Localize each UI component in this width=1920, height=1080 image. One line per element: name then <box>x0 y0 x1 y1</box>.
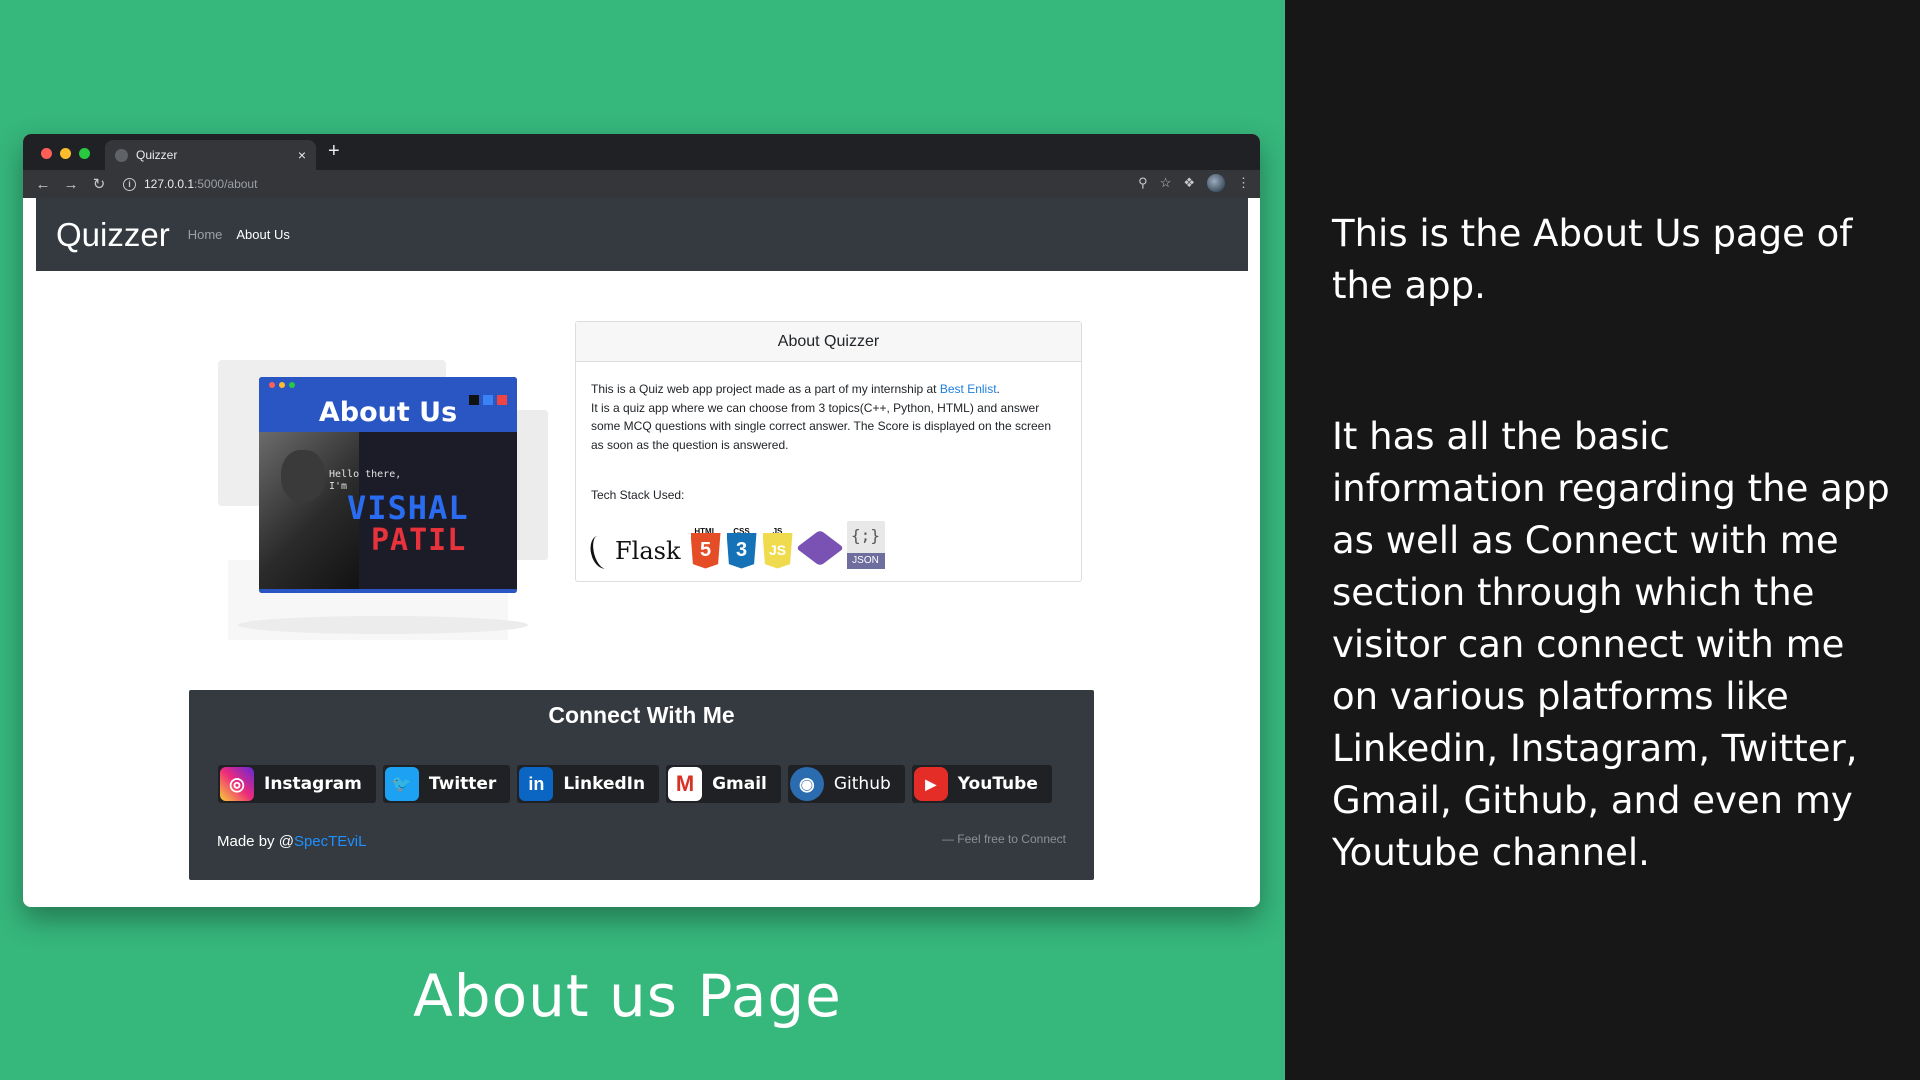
browser-toolbar: ← → ↻ i 127.0.0.1 :5000/about ⚲ ☆ ❖ ⋮ <box>23 170 1260 198</box>
html5-label: HTML <box>694 526 717 536</box>
profile-icon[interactable] <box>1207 174 1225 192</box>
back-arrow-icon[interactable]: ← <box>29 176 57 193</box>
twitter-button[interactable]: 🐦 Twitter <box>382 765 511 803</box>
feel-free-note: — Feel free to Connect <box>941 832 1066 846</box>
flask-logo-text: Flask <box>615 537 681 566</box>
best-enlist-link[interactable]: Best Enlist <box>940 382 997 396</box>
maximize-window-button[interactable] <box>79 148 90 159</box>
profile-photo-head <box>281 450 325 502</box>
twitter-label: Twitter <box>428 774 497 794</box>
tab-title: Quizzer <box>136 148 178 162</box>
css3-logo: CSS 3 <box>726 523 757 569</box>
linkedin-icon: in <box>519 767 554 801</box>
about-intro-end: . <box>996 382 1000 396</box>
minimize-window-button[interactable] <box>60 148 71 159</box>
flask-logo: Flask <box>586 532 681 571</box>
about-card: About Quizzer This is a Quiz web app pro… <box>575 321 1082 582</box>
youtube-icon: ▶ <box>913 767 948 801</box>
javascript-label: JS <box>772 526 783 536</box>
html5-shield-icon: 5 <box>690 532 721 569</box>
nav-link-about[interactable]: About Us <box>236 227 289 242</box>
twitter-icon: 🐦 <box>384 767 419 801</box>
tab-favicon-icon <box>115 148 128 162</box>
javascript-logo: JS JS <box>762 523 793 569</box>
reload-icon[interactable]: ↻ <box>85 175 113 193</box>
about-description: It is a quiz app where we can choose fro… <box>591 400 1051 452</box>
star-icon[interactable]: ☆ <box>1160 175 1172 191</box>
browser-tabbar: Quizzer × + <box>23 134 1260 170</box>
illustration-shadow <box>238 616 528 634</box>
about-card-body: This is a Quiz web app project made as a… <box>576 362 1081 571</box>
author-handle-link[interactable]: SpecTEviL <box>294 833 367 850</box>
about-illustration: About Us Hello there, I'm VISHAL PATIL <box>218 360 558 660</box>
browser-window: Quizzer × + ← → ↻ i 127.0.0.1 :5000/abou… <box>23 134 1260 907</box>
profile-photo <box>259 432 359 593</box>
about-intro-text: This is a Quiz web app project made as a… <box>591 382 940 396</box>
json-logo: {;} JSON <box>846 520 885 569</box>
window-controls <box>41 148 90 159</box>
info-icon[interactable]: i <box>123 177 136 191</box>
youtube-label: YouTube <box>957 774 1038 794</box>
site-brand[interactable]: Quizzer <box>56 216 170 254</box>
slide-caption: About us Page <box>413 962 842 1030</box>
bootstrap-logo-icon <box>795 527 844 569</box>
new-tab-button[interactable]: + <box>328 140 340 163</box>
tech-stack-logos: Flask HTML 5 CSS 3 JS JS {;} JSON <box>586 520 1066 571</box>
about-card-header: About Quizzer <box>576 322 1081 362</box>
illustration-screen-header: About Us <box>259 377 517 432</box>
greeting-line-1: Hello there, <box>329 469 402 480</box>
slide-left-panel: Quizzer × + ← → ↻ i 127.0.0.1 :5000/abou… <box>0 0 1285 1080</box>
url-path: :5000/about <box>194 177 258 191</box>
json-label: JSON <box>846 552 885 569</box>
connect-title: Connect With Me <box>548 702 735 728</box>
gmail-button[interactable]: M Gmail <box>666 765 781 803</box>
gmail-label: Gmail <box>712 774 767 794</box>
site-navbar: Quizzer Home About Us <box>36 198 1248 271</box>
url-host: 127.0.0.1 <box>144 177 195 191</box>
linkedin-button[interactable]: in LinkedIn <box>517 765 660 803</box>
instagram-icon: ◎ <box>220 767 254 801</box>
illustration-screen: About Us Hello there, I'm VISHAL PATIL <box>259 377 517 593</box>
css3-shield-icon: 3 <box>726 532 757 569</box>
illustration-dots <box>269 382 295 388</box>
made-by-prefix: Made by @ <box>217 833 294 850</box>
github-icon: ◉ <box>789 767 824 801</box>
menu-icon[interactable]: ⋮ <box>1237 175 1250 191</box>
javascript-shield-icon: JS <box>762 532 793 569</box>
flask-horn-icon <box>586 532 618 571</box>
instagram-button[interactable]: ◎ Instagram <box>218 765 376 803</box>
css3-label: CSS <box>733 526 750 536</box>
linkedin-label: LinkedIn <box>563 774 646 794</box>
illustration-last-name: PATIL <box>371 523 467 558</box>
toolbar-actions: ⚲ ☆ ❖ ⋮ <box>1138 174 1250 192</box>
close-window-button[interactable] <box>41 148 52 159</box>
extensions-icon[interactable]: ❖ <box>1183 175 1195 191</box>
youtube-button[interactable]: ▶ YouTube <box>911 765 1052 803</box>
page-viewport: Quizzer Home About Us About Us Hello the… <box>23 198 1260 907</box>
instagram-label: Instagram <box>264 774 362 794</box>
nav-link-home[interactable]: Home <box>188 227 223 242</box>
slide-description-2: It has all the basic information regardi… <box>1332 415 1890 874</box>
slide-description-1: This is the About Us page of the app. <box>1332 212 1853 307</box>
illustration-screen-footer <box>259 589 517 593</box>
illustration-first-name: VISHAL <box>347 489 469 527</box>
connect-section: Connect With Me ◎ Instagram 🐦 Twitter in… <box>189 690 1094 880</box>
made-by-credit: Made by @SpecTEviL <box>217 833 366 850</box>
slide-right-panel: This is the About Us page of the app. It… <box>1285 0 1920 1080</box>
browser-tab[interactable]: Quizzer × <box>105 140 316 170</box>
social-buttons: ◎ Instagram 🐦 Twitter in LinkedIn M Gmai… <box>218 765 1052 803</box>
gmail-icon: M <box>668 767 703 801</box>
html5-logo: HTML 5 <box>690 523 721 569</box>
illustration-title: About Us <box>318 397 458 428</box>
tech-stack-label: Tech Stack Used: <box>591 488 685 502</box>
about-intro: This is a Quiz web app project made as a… <box>591 380 1066 399</box>
tab-close-icon[interactable]: × <box>298 147 306 163</box>
github-label: Github <box>833 774 891 794</box>
json-braces-icon: {;} <box>851 525 880 545</box>
address-bar[interactable]: i 127.0.0.1 :5000/about <box>123 173 903 195</box>
zoom-icon[interactable]: ⚲ <box>1138 175 1148 191</box>
github-button[interactable]: ◉ Github <box>787 765 905 803</box>
forward-arrow-icon[interactable]: → <box>57 176 85 193</box>
